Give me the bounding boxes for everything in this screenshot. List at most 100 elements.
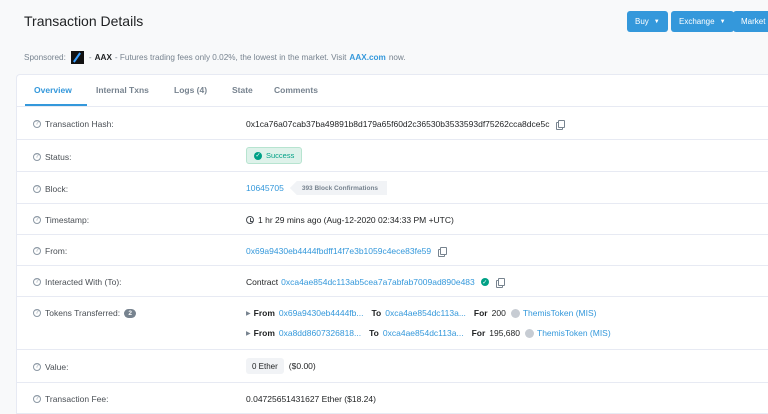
from-label: From [253,328,275,338]
block-number-link[interactable]: 10645705 [246,183,284,193]
token-name-link[interactable]: ThemisToken (MIS) [523,308,597,318]
chevron-down-icon: ▼ [653,18,660,25]
label-text: Block: [45,184,69,194]
row-label: ? Timestamp: [33,215,89,225]
exchange-button-label: Exchange [679,17,715,26]
row-value: 1 hr 29 mins ago (Aug-12-2020 02:34:33 P… [246,215,454,225]
for-label: For [471,328,486,338]
sponsor-suffix: now. [388,52,406,62]
transaction-hash-value: 0x1ca76a07cab37ba49891b8d179a65f60d2c365… [246,119,550,129]
tab-comments[interactable]: Comments [274,85,318,95]
buy-button-label: Buy [635,17,649,26]
row-value: ? Value: 0 Ether ($0.00) [17,350,768,383]
row-label: ? Transaction Fee: [33,394,108,404]
label-text: Transaction Fee: [45,394,109,404]
row-timestamp: ? Timestamp: 1 hr 29 mins ago (Aug-12-202… [17,204,768,235]
tab-overview[interactable]: Overview [34,85,72,95]
sponsor-prefix: Sponsored: [24,52,66,62]
timestamp-value: 1 hr 29 mins ago (Aug-12-2020 02:34:33 P… [258,215,454,225]
page-title: Transaction Details [24,13,144,29]
status-badge: ✓ Success [246,147,303,164]
row-label: ? Status: [33,152,71,162]
page-header: Transaction Details Buy ▼ Exchange ▼ Marke… [0,0,768,44]
tab-state[interactable]: State [232,85,253,95]
question-icon[interactable]: ? [33,216,41,224]
clock-icon [246,216,254,224]
label-text: Transaction Hash: [45,119,114,129]
buy-button[interactable]: Buy ▼ [627,11,668,32]
row-label: ? Transaction Hash: [33,119,114,129]
row-value: 10645705 393 Block Confirmations [246,181,388,195]
label-text: Timestamp: [45,215,90,225]
question-icon[interactable]: ? [33,363,41,371]
label-text: Status: [45,152,72,162]
row-transaction-fee: ? Transaction Fee: 0.04725651431627 Ether… [17,383,768,414]
usd-value: ($0.00) [288,361,316,371]
row-value: 0x1ca76a07cab37ba49891b8d179a65f60d2c365… [246,119,566,130]
row-label: ? Interacted With (To): [33,277,122,287]
row-from: ? From: 0x69a9430eb4444fbdff14f7e3b1059c4… [17,235,768,266]
copy-icon[interactable] [556,120,566,130]
to-label: To [371,308,382,318]
exchange-button[interactable]: Exchange ▼ [671,11,734,32]
label-text: From: [45,246,68,256]
status-text: Success [266,151,295,160]
token-name-link[interactable]: ThemisToken (MIS) [537,328,611,338]
row-label: ? Block: [33,184,68,194]
verified-check-icon: ✓ [480,278,489,286]
row-tokens-transferred: ? Tokens Transferred: 2 ▶ From 0x69a9430eb… [17,297,768,350]
row-interacted-with: ? Interacted With (To): Contract 0xca4ae85… [17,266,768,297]
copy-icon[interactable] [495,278,505,288]
ether-value-badge: 0 Ether [246,358,284,374]
transaction-card: Overview Internal Txns Logs (4) State Co… [16,74,768,414]
question-icon[interactable]: ? [33,309,41,317]
question-icon[interactable]: ? [33,153,41,161]
token-amount: 200 [491,308,506,318]
question-icon[interactable]: ? [33,278,41,286]
market-button-label: Market [741,17,766,26]
token-icon [510,308,520,318]
row-transaction-hash: ? Transaction Hash: 0x1ca76a07cab37ba4989… [17,107,768,140]
token-transfer-line: ▶ From 0x69a9430eb4444fb... To 0xca4ae85… [246,308,597,318]
from-address-link[interactable]: 0x69a9430eb4444fbdff14f7e3b1059c4ece83fe… [246,246,431,256]
row-label: ? Tokens Transferred: 2 [33,308,137,318]
active-tab-indicator [25,104,87,106]
copy-icon[interactable] [438,247,448,257]
question-icon[interactable]: ? [33,395,41,403]
token-icon [525,328,534,338]
sponsor-text: - Futures trading fees only 0.02%, the l… [114,52,347,62]
transaction-fee-value: 0.04725651431627 Ether ($18.24) [246,394,376,404]
row-block: ? Block: 10645705 393 Block Confirmations [17,172,768,204]
from-label: From [253,308,275,318]
label-text: Interacted With (To): [45,277,122,287]
tab-internal-txns[interactable]: Internal Txns [96,85,149,95]
row-label: ? From: [33,246,67,256]
sponsor-link[interactable]: AAX.com [349,53,385,62]
chevron-down-icon: ▼ [719,18,726,25]
question-icon[interactable]: ? [33,120,41,128]
token-amount: 195,680 [489,328,520,338]
contract-address-link[interactable]: 0xca4ae854dc113ab5cea7a7abfab7009ad890e4… [281,277,475,287]
sponsored-banner: Sponsored: - AAX - Futures trading fees … [24,50,406,64]
for-label: For [473,308,488,318]
row-value: Contract 0xca4ae854dc113ab5cea7a7abfab700… [246,277,505,288]
row-value: ✓ Success [246,147,303,164]
caret-right-icon: ▶ [246,310,251,317]
question-icon[interactable]: ? [33,185,41,193]
sponsor-name: AAX [94,52,112,62]
tab-logs[interactable]: Logs (4) [174,85,207,95]
sponsor-dash: - [88,52,92,62]
row-value: 0.04725651431627 Ether ($18.24) [246,394,376,404]
question-icon[interactable]: ? [33,247,41,255]
to-address-link[interactable]: 0xca4ae854dc113a... [385,308,466,318]
contract-prefix: Contract [246,277,279,287]
row-value: 0 Ether ($0.00) [246,358,316,374]
from-address-link[interactable]: 0xa8dd8607326818... [279,328,361,338]
tab-bar: Overview Internal Txns Logs (4) State Co… [17,75,768,107]
token-transfer-line: ▶ From 0xa8dd8607326818... To 0xca4ae854… [246,328,611,338]
token-count-badge: 2 [124,308,137,318]
from-address-link[interactable]: 0x69a9430eb4444fb... [279,308,364,318]
caret-right-icon: ▶ [246,330,251,337]
to-address-link[interactable]: 0xca4ae854dc113a... [383,328,464,338]
market-button[interactable]: Market [733,11,768,32]
